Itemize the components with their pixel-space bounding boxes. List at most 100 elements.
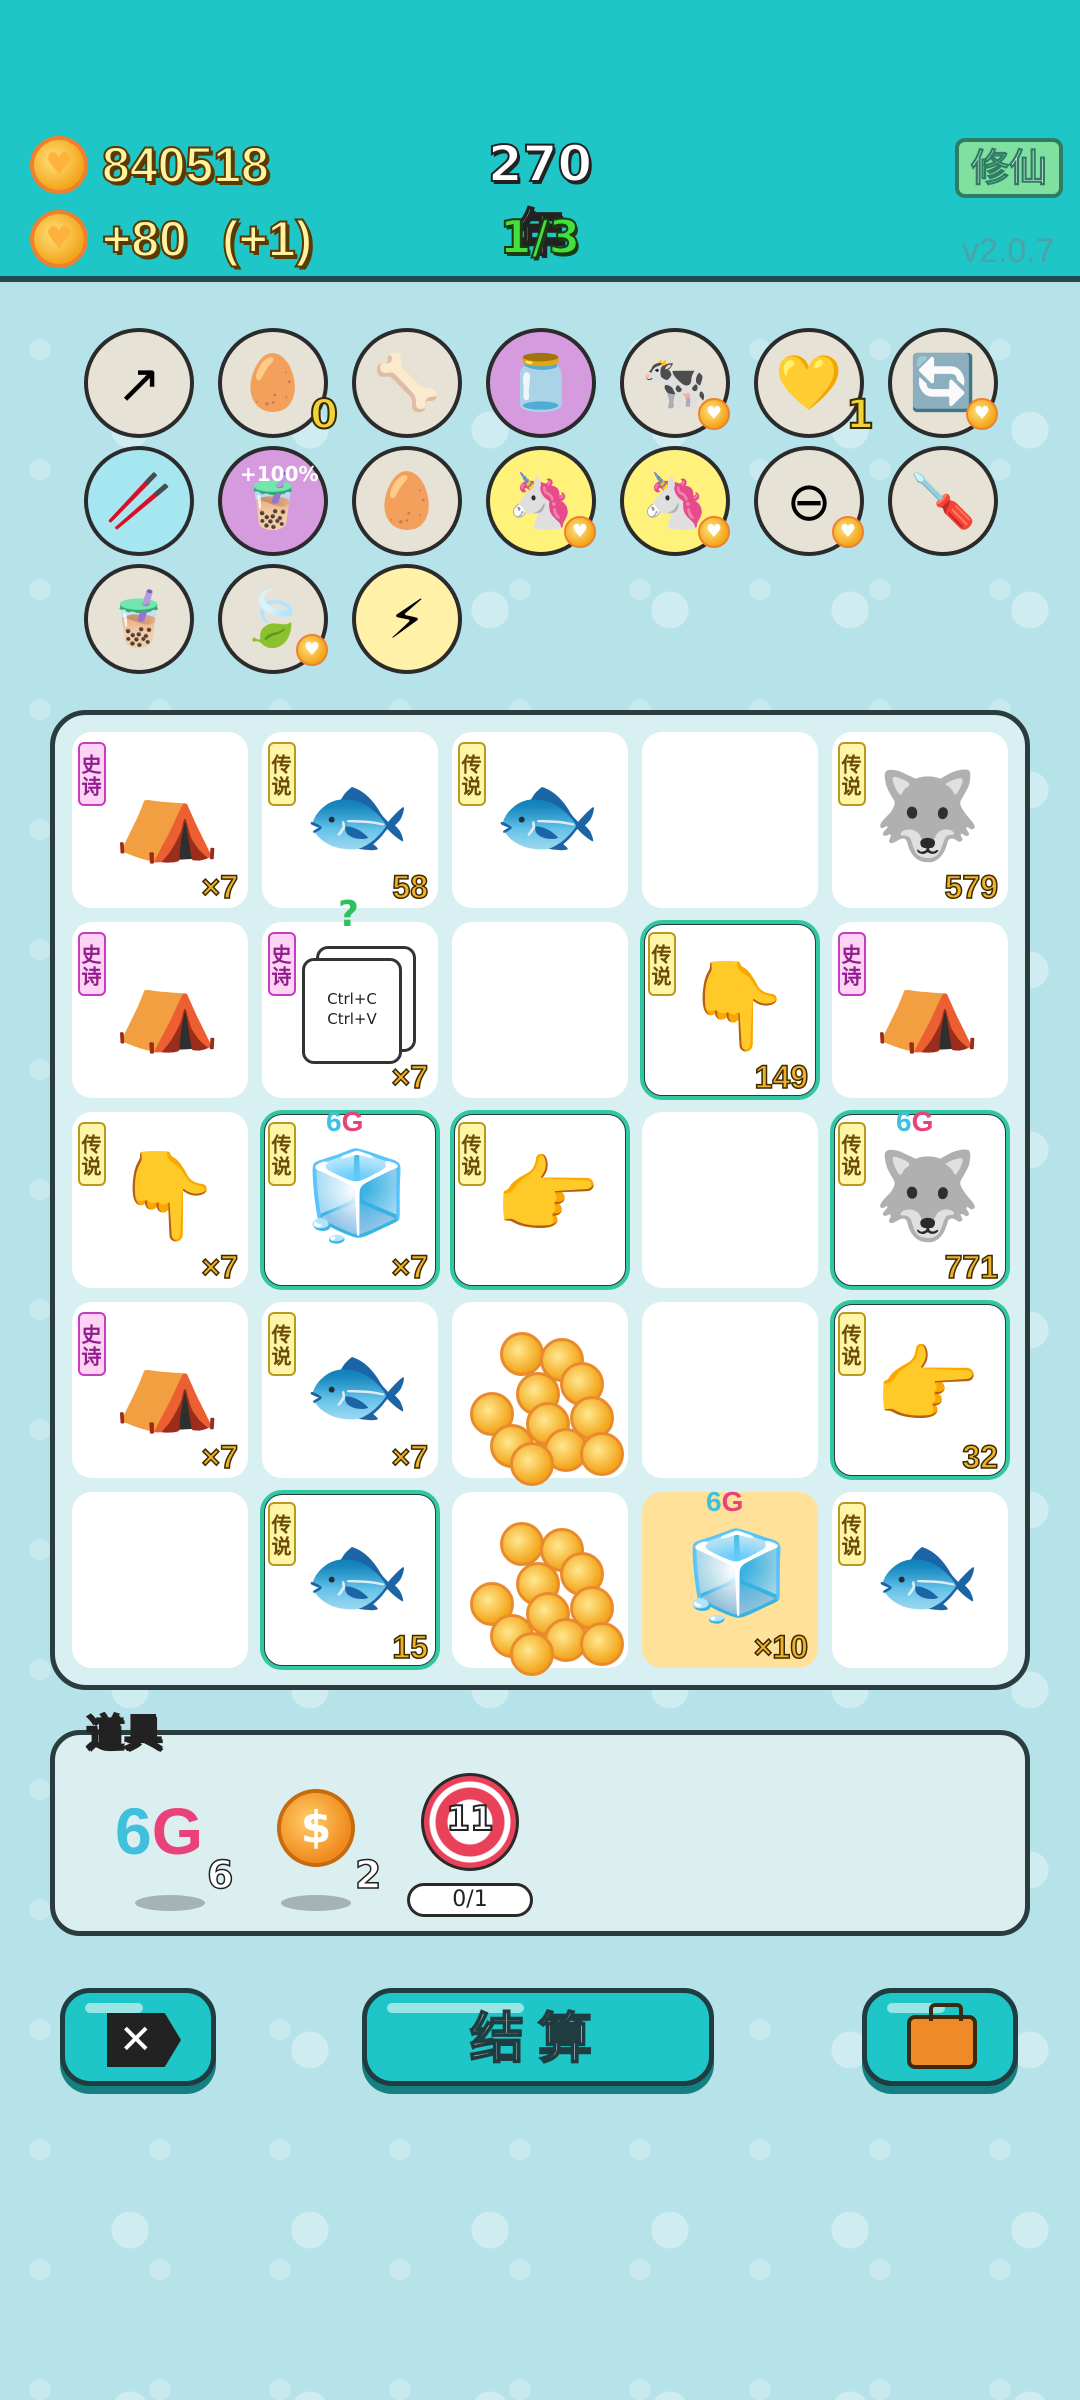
cell-count: 32 — [962, 1438, 999, 1476]
round-counter: 1/3 — [499, 209, 582, 265]
pet-food-icon-glyph: 🦴 — [373, 351, 441, 414]
board-cell-husky-king[interactable]: 传说 🐺 579 — [832, 732, 1008, 908]
board-cell-copy-paste[interactable]: 史诗? Ctrl+C Ctrl+V ×7 — [262, 894, 438, 1098]
coin-icon — [500, 1522, 544, 1566]
board-cell-empty[interactable] — [642, 732, 818, 908]
rarity-tag: 传说 — [838, 1122, 866, 1186]
rarity-tag: 传说 — [838, 1502, 866, 1566]
props-title: 道具 — [85, 1710, 163, 1756]
coin-pile-icon — [460, 1522, 624, 1676]
close-icon: ✕ — [107, 2013, 181, 2067]
koi-fish-icon: 🐟 — [493, 766, 601, 866]
board-cell-fridge[interactable]: 6G 🧊 ×10 — [642, 1486, 818, 1668]
coin-icon — [580, 1622, 624, 1666]
question-mark: ? — [338, 894, 359, 935]
milk-jar-icon[interactable]: 🫙 — [486, 328, 596, 438]
board-cell-husky-king[interactable]: 传说 6G 🐺 771 — [830, 1106, 1010, 1290]
board-cell-coin-pile[interactable] — [452, 1492, 628, 1676]
coins-income: +80 — [101, 210, 188, 268]
refresh-icon[interactable]: 🔄 ♥ — [888, 328, 998, 438]
minus-circle-icon[interactable]: ⊖ ♥ — [754, 446, 864, 556]
koi-fish-icon: 🐟 — [303, 1526, 411, 1626]
board-cell-koi-fish[interactable]: 传说 🐟 58 — [262, 732, 438, 908]
coin-icon — [510, 1632, 554, 1676]
board-cell-empty[interactable] — [642, 1302, 818, 1478]
board-cell-koi-fish[interactable]: 传说 🐟 ×7 — [262, 1302, 438, 1478]
pointing-hand-icon: 👇 — [113, 1146, 221, 1246]
arrow-up-icon[interactable]: ↗ — [84, 328, 194, 438]
arrow-up-icon-glyph: ↗ — [116, 351, 162, 415]
coin-prop-icon[interactable]: $ — [277, 1789, 355, 1867]
heart-badge-icon: ♥ — [832, 516, 864, 548]
prop-shadow — [281, 1895, 351, 1911]
board-cell-bunny-tent[interactable]: 史诗 ⛺ ×7 — [72, 1302, 248, 1478]
coin-pile-icon — [460, 1332, 624, 1486]
backpack-button[interactable] — [862, 1988, 1018, 2086]
prop-shadow — [135, 1895, 205, 1911]
board-cell-koi-fish[interactable]: 传说 🐟 — [832, 1492, 1008, 1668]
unicorn-icon[interactable]: 🦄 ♥ — [620, 446, 730, 556]
six-g-badge: 6G — [326, 1106, 364, 1137]
board-cell-pointing-hand[interactable]: 传说 👇 149 — [640, 920, 820, 1100]
egg-tray-icon[interactable]: 🥚 0 — [218, 328, 339, 439]
board-cell-pointing-hand[interactable]: 传说 👉 — [450, 1110, 630, 1290]
rarity-tag: 传说 — [78, 1122, 106, 1186]
board-cell-empty[interactable] — [642, 1112, 818, 1288]
bunny-tent-icon: ⛺ — [113, 1336, 221, 1436]
heart-card-icon-glyph: 💛 — [775, 351, 843, 414]
pointing-hand-icon: 👉 — [873, 1336, 981, 1436]
board-cell-bunny-tent[interactable]: 史诗 ⛺ — [832, 922, 1008, 1098]
coin-icon — [580, 1432, 624, 1476]
chopsticks-icon-glyph: 🥢 — [105, 469, 173, 532]
settle-button[interactable]: 结算 — [362, 1988, 714, 2086]
board-cell-bunny-tent[interactable]: 史诗 ⛺ — [72, 922, 248, 1098]
pet-food-icon[interactable]: 🦴 — [352, 328, 462, 438]
rarity-tag: 传说 — [458, 1122, 486, 1186]
lightning-icon[interactable]: ⚡ — [352, 564, 462, 674]
heart-badge-icon: ♥ — [698, 398, 730, 430]
egg-icon[interactable]: 🥚 — [352, 446, 462, 556]
chopsticks-icon[interactable]: 🥢 — [84, 446, 194, 556]
board-cell-bunny-tent[interactable]: 史诗 ⛺ ×7 — [72, 732, 248, 908]
exit-button[interactable]: ✕ — [60, 1988, 216, 2086]
settle-label: 结算 — [469, 2006, 606, 2071]
milk-tea-icon[interactable]: 🧋 — [84, 564, 194, 674]
six-g-prop[interactable]: 6G — [115, 1793, 203, 1869]
bunny-tent-icon: ⛺ — [113, 766, 221, 866]
egg-tray-icon-glyph: 🥚 — [239, 351, 307, 414]
cultivation-mode-button[interactable]: 修仙 — [955, 138, 1063, 198]
board-cell-koi-fish[interactable]: 传说 🐟 15 — [260, 1490, 440, 1670]
board-cell-koi-fish[interactable]: 传说 🐟 — [452, 732, 628, 908]
target-progress: 0/1 — [407, 1883, 533, 1917]
cell-count: ×7 — [391, 1248, 429, 1286]
cell-count: 771 — [944, 1248, 999, 1286]
paste-label: Ctrl+V — [327, 1010, 377, 1028]
cell-count: ×10 — [753, 1628, 809, 1666]
screwdriver-icon[interactable]: 🪛 — [888, 446, 998, 556]
bunny-tent-icon: ⛺ — [873, 956, 981, 1056]
unicorn-icon[interactable]: 🦄 ♥ — [486, 446, 596, 556]
heart-badge-icon: ♥ — [966, 398, 998, 430]
heart-card-icon[interactable]: 💛 1 — [754, 328, 875, 439]
rarity-tag: 传说 — [268, 1122, 296, 1186]
unicorn-icon-glyph: 🦄 — [641, 469, 709, 532]
coin-prop-count: 2 — [354, 1852, 382, 1898]
board-cell-fridge[interactable]: 传说 6G 🧊 ×7 — [260, 1106, 440, 1290]
relic-count: 1 — [845, 391, 875, 439]
target-value: 11 — [445, 1798, 494, 1840]
copy-label: Ctrl+C — [327, 990, 377, 1008]
board-cell-pointing-hand[interactable]: 传说 👉 32 — [830, 1300, 1010, 1480]
cow-pair-icon[interactable]: 🐄 ♥ — [620, 328, 730, 438]
board-cell-empty[interactable] — [452, 922, 628, 1098]
cell-count: 149 — [754, 1058, 809, 1096]
coins-total: 840518 — [101, 136, 270, 194]
refresh-icon-glyph: 🔄 — [909, 351, 977, 414]
board-cell-pointing-hand[interactable]: 传说 👇 ×7 — [72, 1112, 248, 1288]
koi-fish-icon: 🐟 — [873, 1526, 981, 1626]
bubble-tea-icon[interactable]: 🧋 +100% — [218, 446, 328, 556]
leaf-icon[interactable]: 🍃 ♥ — [218, 564, 328, 674]
board-cell-empty[interactable] — [72, 1492, 248, 1668]
husky-king-icon: 🐺 — [873, 766, 981, 866]
board-cell-coin-pile[interactable] — [452, 1302, 628, 1486]
rarity-tag: 史诗 — [268, 932, 296, 996]
